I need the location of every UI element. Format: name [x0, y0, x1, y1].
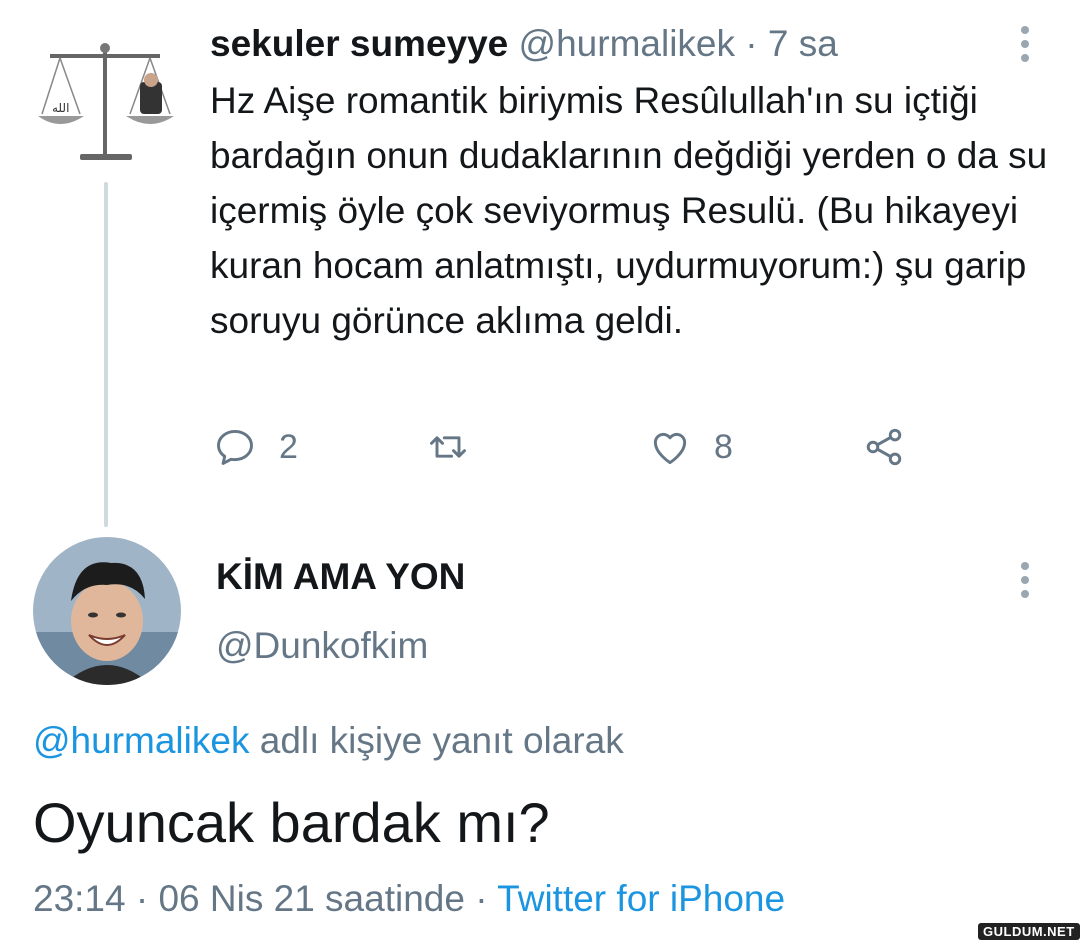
- parent-more-icon[interactable]: [1010, 22, 1040, 66]
- watermark: GULDUM.NET: [978, 923, 1080, 940]
- reply-context: @hurmalikek adlı kişiye yanıt olarak: [33, 718, 624, 764]
- svg-text:الله: الله: [52, 101, 69, 115]
- reply-context-text: adlı kişiye yanıt olarak: [249, 720, 624, 761]
- share-button[interactable]: [862, 425, 906, 469]
- parent-avatar[interactable]: الله: [30, 36, 180, 166]
- retweet-button[interactable]: [426, 425, 470, 469]
- reply-meta: 23:14 · 06 Nis 21 saatinde · Twitter for…: [33, 875, 785, 923]
- like-button[interactable]: 8: [648, 425, 733, 469]
- parent-display-name[interactable]: sekuler sumeyye: [210, 23, 508, 64]
- share-icon: [866, 428, 902, 466]
- parent-tweet-header: sekuler sumeyye @hurmalikek · 7 sa: [210, 22, 838, 66]
- thread-line: [104, 182, 108, 527]
- header-separator: ·: [745, 23, 758, 64]
- reply-source-link[interactable]: Twitter for iPhone: [497, 878, 785, 919]
- parent-tweet-text: Hz Aişe romantik biriymis Resûlullah'ın …: [210, 80, 1048, 341]
- retweet-icon: [430, 436, 466, 458]
- parent-timestamp[interactable]: 7 sa: [768, 23, 838, 64]
- reply-display-name[interactable]: KİM AMA YON: [216, 555, 465, 599]
- reply-button[interactable]: 2: [213, 425, 298, 469]
- reply-timestamp[interactable]: 23:14 · 06 Nis 21 saatinde ·: [33, 878, 497, 919]
- reply-context-mention[interactable]: @hurmalikek: [33, 720, 249, 761]
- reply-handle[interactable]: @Dunkofkim: [216, 624, 428, 668]
- reply-count: 2: [279, 427, 298, 466]
- reply-icon: [217, 429, 253, 465]
- reply-more-icon[interactable]: [1010, 558, 1040, 602]
- heart-icon: [653, 432, 687, 465]
- reply-tweet-text: Oyuncak bardak mı?: [33, 791, 550, 854]
- like-count: 8: [714, 427, 733, 466]
- scale-icon: الله: [38, 43, 174, 160]
- person-avatar-icon: [33, 537, 181, 685]
- parent-handle[interactable]: @hurmalikek: [519, 23, 735, 64]
- reply-avatar[interactable]: [33, 537, 181, 685]
